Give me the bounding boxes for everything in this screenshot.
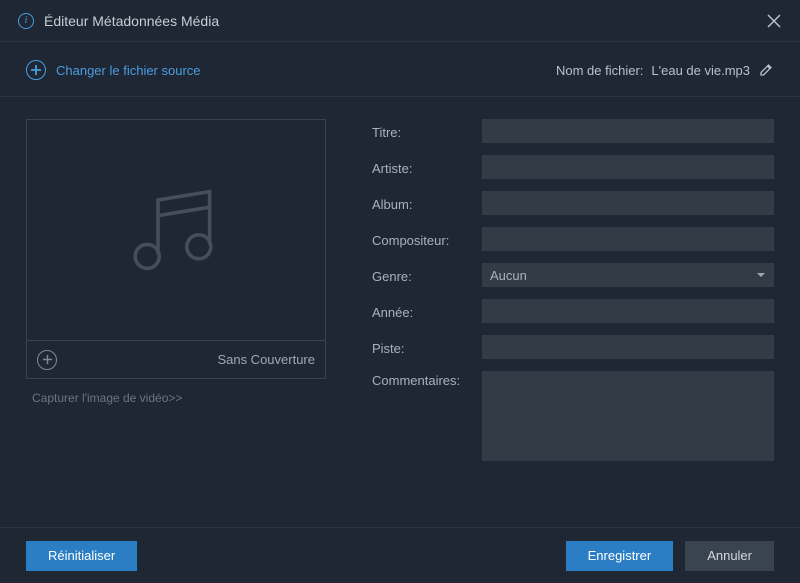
- top-row: Changer le fichier source Nom de fichier…: [0, 42, 800, 97]
- reset-button[interactable]: Réinitialiser: [26, 541, 137, 571]
- cover-column: Sans Couverture Capturer l'image de vidé…: [26, 119, 326, 473]
- label-album: Album:: [372, 195, 482, 212]
- cover-art-placeholder: [27, 120, 325, 340]
- input-artist[interactable]: [482, 155, 774, 179]
- no-cover-label: Sans Couverture: [217, 352, 315, 367]
- chevron-down-icon: [756, 268, 766, 283]
- filename-label: Nom de fichier:: [556, 63, 643, 78]
- label-title: Titre:: [372, 123, 482, 140]
- select-genre-value: Aucun: [490, 268, 527, 283]
- footer: Réinitialiser Enregistrer Annuler: [0, 527, 800, 583]
- titlebar: i Éditeur Métadonnées Média: [0, 0, 800, 42]
- filename-value: L'eau de vie.mp3: [651, 63, 750, 78]
- input-year[interactable]: [482, 299, 774, 323]
- body: Sans Couverture Capturer l'image de vidé…: [0, 97, 800, 473]
- cover-box: Sans Couverture: [26, 119, 326, 379]
- input-album[interactable]: [482, 191, 774, 215]
- save-button[interactable]: Enregistrer: [566, 541, 674, 571]
- label-composer: Compositeur:: [372, 231, 482, 248]
- change-source-button[interactable]: Changer le fichier source: [26, 60, 201, 80]
- input-composer[interactable]: [482, 227, 774, 251]
- change-source-label: Changer le fichier source: [56, 63, 201, 78]
- label-track: Piste:: [372, 339, 482, 356]
- label-artist: Artiste:: [372, 159, 482, 176]
- label-genre: Genre:: [372, 267, 482, 284]
- select-genre[interactable]: Aucun: [482, 263, 774, 287]
- label-comments: Commentaires:: [372, 371, 482, 388]
- cancel-button[interactable]: Annuler: [685, 541, 774, 571]
- window-title: Éditeur Métadonnées Média: [44, 13, 766, 29]
- edit-filename-button[interactable]: [758, 62, 774, 78]
- close-button[interactable]: [766, 13, 782, 29]
- metadata-form: Titre: Artiste: Album: Compositeur: Genr…: [372, 119, 774, 473]
- input-track[interactable]: [482, 335, 774, 359]
- add-cover-button[interactable]: [37, 350, 57, 370]
- input-comments[interactable]: [482, 371, 774, 461]
- input-title[interactable]: [482, 119, 774, 143]
- info-icon: i: [18, 13, 34, 29]
- label-year: Année:: [372, 303, 482, 320]
- cover-footer: Sans Couverture: [27, 340, 325, 378]
- filename-area: Nom de fichier: L'eau de vie.mp3: [556, 62, 774, 78]
- plus-circle-icon: [26, 60, 46, 80]
- capture-video-link[interactable]: Capturer l'image de vidéo>>: [26, 391, 326, 405]
